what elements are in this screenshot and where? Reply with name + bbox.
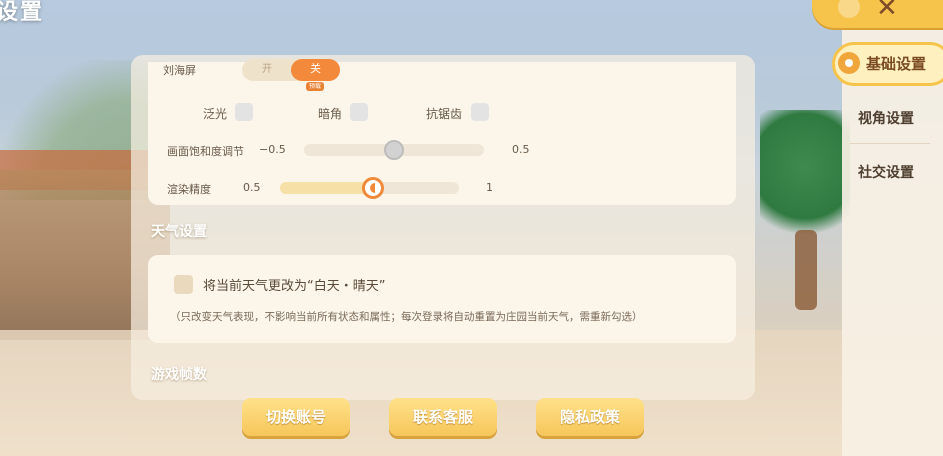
saturation-slider-thumb[interactable] xyxy=(384,140,404,160)
framerate-section-title: 游戏帧数 xyxy=(151,367,207,383)
saturation-label: 画面饱和度调节 xyxy=(167,145,244,158)
bloom-label: 泛光 xyxy=(203,107,228,121)
weather-settings-card xyxy=(148,255,736,343)
notch-toggle-off[interactable]: 关 xyxy=(291,59,340,81)
saturation-max-label: 0.5 xyxy=(512,143,530,156)
weather-note: （只改变天气表现，不影响当前所有状态和属性；每次登录将自动重置为庄园当前天气，需… xyxy=(170,311,643,323)
tab-social-settings[interactable]: 社交设置 xyxy=(858,162,914,182)
antialias-label: 抗锯齿 xyxy=(426,107,463,121)
notch-toggle-tag: 预载 xyxy=(306,82,325,91)
render-precision-slider-thumb[interactable] xyxy=(362,177,385,199)
paw-icon xyxy=(838,52,860,74)
tab-basic-settings-label[interactable]: 基础设置 xyxy=(866,53,926,74)
background-tree xyxy=(760,110,850,250)
weather-section-title: 天气设置 xyxy=(151,224,207,240)
vignette-label: 暗角 xyxy=(318,107,343,121)
notch-label: 刘海屏 xyxy=(163,64,196,77)
privacy-policy-button[interactable]: 隐私政策 xyxy=(536,398,644,436)
saturation-min-label: −0.5 xyxy=(259,143,286,156)
render-precision-min-label: 0.5 xyxy=(243,181,261,194)
render-precision-fill xyxy=(280,182,374,194)
weather-checkbox-label[interactable]: 将当前天气更改为“白天・晴天” xyxy=(203,275,385,294)
antialias-checkbox[interactable] xyxy=(471,103,489,121)
notch-toggle[interactable]: 开 关 xyxy=(242,59,340,81)
switch-account-button[interactable]: 切换账号 xyxy=(242,398,350,436)
close-icon[interactable]: ✕ xyxy=(876,0,898,24)
page-title: 设置 xyxy=(0,0,45,25)
render-precision-label: 渲染精度 xyxy=(167,183,211,196)
tab-camera-settings[interactable]: 视角设置 xyxy=(858,108,914,128)
bloom-checkbox[interactable] xyxy=(235,103,253,121)
background-tree-trunk xyxy=(795,230,817,310)
render-precision-max-label: 1 xyxy=(486,181,493,194)
vignette-checkbox[interactable] xyxy=(350,103,368,121)
notch-toggle-on[interactable]: 开 xyxy=(242,59,292,81)
weather-checkbox[interactable] xyxy=(174,275,193,294)
sidebar-divider xyxy=(850,143,930,144)
contact-support-button[interactable]: 联系客服 xyxy=(389,398,497,436)
